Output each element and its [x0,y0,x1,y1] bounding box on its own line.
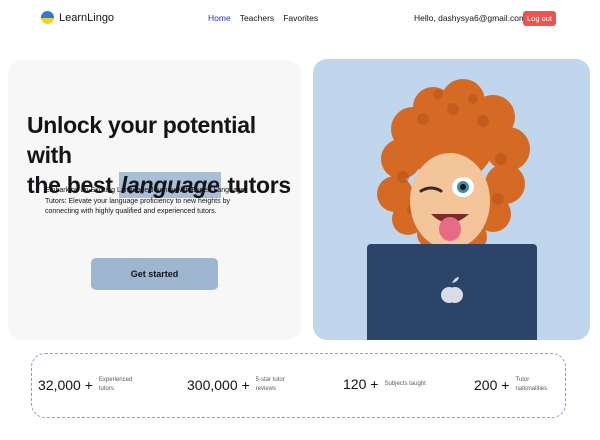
stat-label: Experienced tutors [99,376,132,394]
stat-item: 200 + Tutor nationalities [474,376,547,394]
stat-label-line1: Subjects taught [384,380,426,387]
open-eye [452,177,474,197]
stat-label-line2: reviews [255,386,277,392]
stat-label-line1: 5-star tutor [255,377,285,383]
stat-label: 5-star tutor reviews [256,376,285,394]
stat-label: Tutor nationalities [515,376,547,394]
stat-item: 120 + Subjects taught [343,376,426,392]
logout-button[interactable]: Log out [523,11,556,26]
stats-bar: 32,000 + Experienced tutors 300,000 + 5-s… [31,353,566,418]
nav-item-home[interactable]: Home [208,13,231,23]
nav-item-teachers[interactable]: Teachers [240,13,275,23]
stat-number: 32,000 + [38,377,93,393]
ukraine-flag-icon [41,11,54,24]
hero-title-line1: Unlock your potential with [27,112,256,168]
tongue [439,217,461,241]
header: LearnLingo Home Teachers Favorites Hello… [0,0,600,38]
stat-label: Subjects taught [384,380,425,389]
hero-illustration [313,59,590,340]
hero-text-card: Unlock your potential with the best lang… [8,60,301,340]
memoji-illustration [367,79,537,340]
logo[interactable]: LearnLingo [41,11,114,24]
stat-number: 120 + [343,376,379,392]
main-nav: Home Teachers Favorites [208,13,318,23]
stat-label-line1: Tutor [515,377,530,383]
stat-number: 300,000 + [187,377,250,393]
logo-text: LearnLingo [59,11,115,24]
nav-item-favorites[interactable]: Favorites [283,13,318,23]
get-started-button[interactable]: Get started [91,258,218,290]
hero-description: Embark on an Exciting Language Journey w… [45,187,245,215]
stat-item: 32,000 + Experienced tutors [38,376,132,394]
stat-item: 300,000 + 5-star tutor reviews [187,376,285,394]
stat-label-line1: Experienced [98,377,133,383]
stat-number: 200 + [474,377,510,393]
stat-label-line2: nationalities [515,386,548,392]
user-greeting: Hello, dashysya6@gmail.com [414,13,527,23]
stat-label-line2: tutors [98,386,114,392]
